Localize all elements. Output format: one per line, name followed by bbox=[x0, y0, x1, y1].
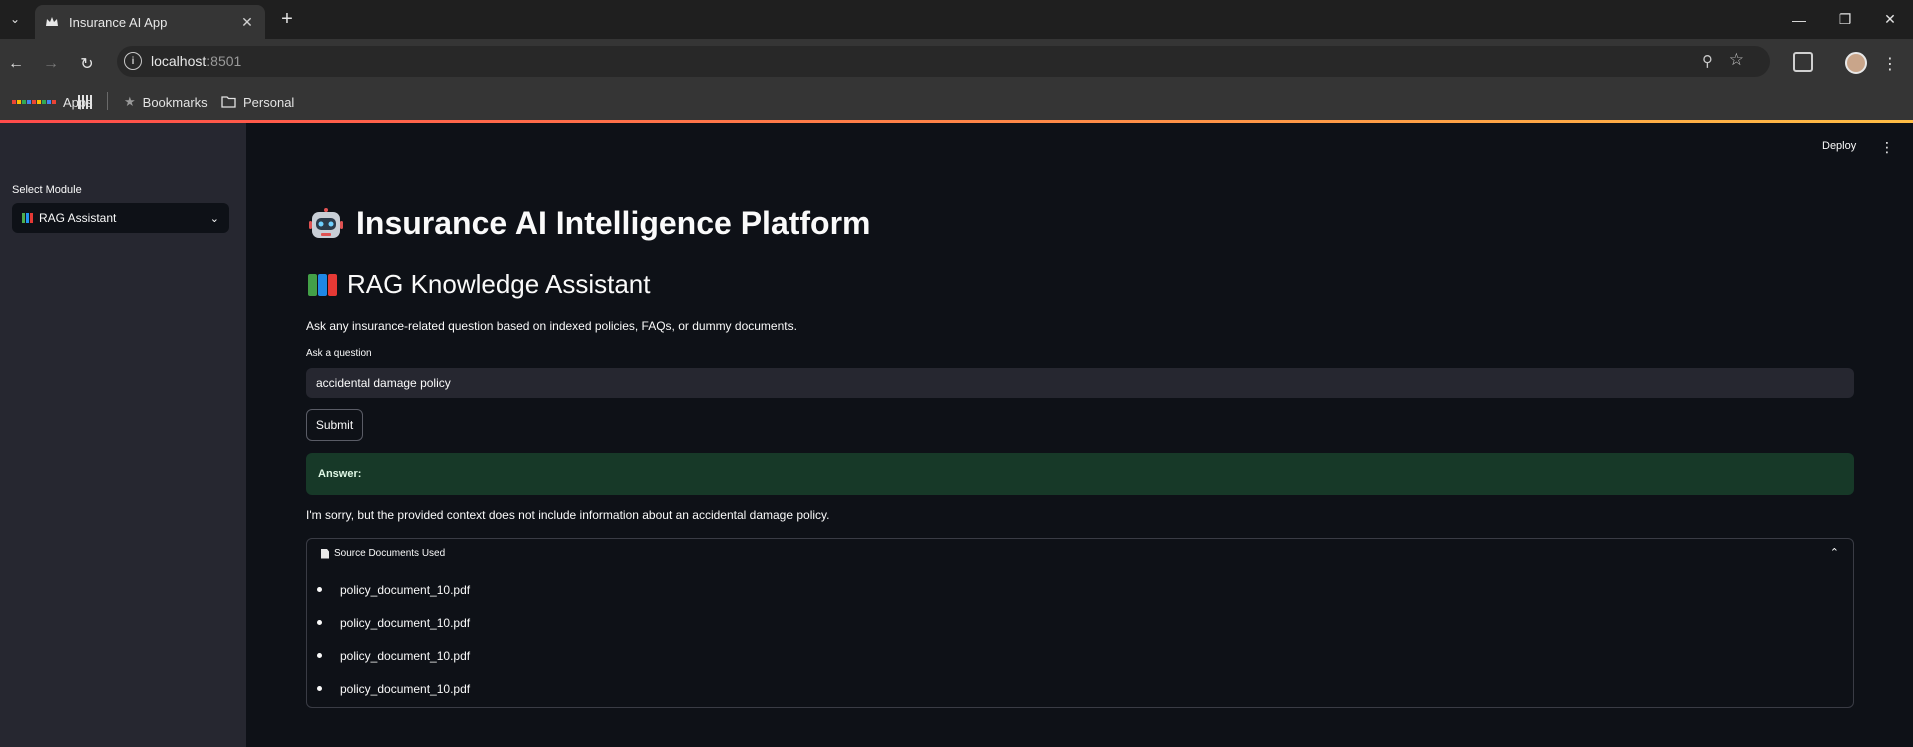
document-icon bbox=[321, 548, 329, 559]
source-name: policy_document_10.pdf bbox=[340, 681, 471, 696]
bookmark-personal[interactable]: Personal bbox=[221, 92, 294, 112]
source-name: policy_document_10.pdf bbox=[340, 615, 471, 630]
tab-close-icon[interactable]: ✕ bbox=[239, 14, 255, 31]
reload-icon[interactable]: ↻ bbox=[73, 50, 101, 78]
restore-icon[interactable]: ❐ bbox=[1822, 0, 1868, 39]
extensions-icon[interactable] bbox=[1793, 52, 1813, 72]
apps-grid-icon bbox=[12, 100, 56, 104]
tab-groups-icon bbox=[78, 95, 92, 109]
module-select[interactable]: RAG Assistant ⌄ bbox=[12, 203, 229, 233]
new-tab-plus-icon[interactable]: + bbox=[276, 8, 298, 30]
source-name: policy_document_10.pdf bbox=[340, 582, 471, 597]
robot-icon bbox=[308, 206, 344, 242]
expander-title: Source Documents Used bbox=[334, 548, 446, 559]
back-arrow-icon[interactable]: ← bbox=[2, 50, 30, 78]
source-list: policy_document_10.pdf policy_document_1… bbox=[317, 573, 470, 705]
bullet bbox=[317, 653, 322, 658]
bookmark-star-icon[interactable]: ☆ bbox=[1729, 50, 1744, 70]
sidebar: Select Module RAG Assistant ⌄ bbox=[0, 123, 246, 747]
url-port: :8501 bbox=[206, 53, 242, 69]
question-input[interactable]: accidental damage policy bbox=[306, 368, 1854, 398]
main-menu-icon[interactable]: ⋮ bbox=[1880, 139, 1894, 156]
star-icon: ★ bbox=[124, 94, 136, 109]
list-item: policy_document_10.pdf bbox=[317, 573, 470, 606]
list-item: policy_document_10.pdf bbox=[317, 639, 470, 672]
question-label: Ask a question bbox=[306, 348, 372, 359]
browser-menu-icon[interactable]: ⋮ bbox=[1876, 50, 1904, 78]
section-title-text: RAG Knowledge Assistant bbox=[347, 269, 651, 299]
module-select-label: Select Module bbox=[12, 184, 82, 196]
tab-groups-button[interactable] bbox=[78, 92, 99, 112]
bookmarks-bar: Apps ★ Bookmarks Personal bbox=[0, 84, 1913, 120]
description-text: Ask any insurance-related question based… bbox=[306, 319, 797, 333]
bullet bbox=[317, 620, 322, 625]
books-icon bbox=[22, 213, 33, 223]
bullet bbox=[317, 587, 322, 592]
chevron-up-icon[interactable]: ⌃ bbox=[1830, 546, 1839, 559]
answer-label: Answer: bbox=[318, 468, 362, 480]
forward-arrow-icon[interactable]: → bbox=[37, 50, 65, 78]
answer-text: I'm sorry, but the provided context does… bbox=[306, 508, 830, 522]
url-text: localhost:8501 bbox=[151, 53, 241, 69]
url-host: localhost bbox=[151, 53, 207, 69]
minimize-icon[interactable]: — bbox=[1776, 0, 1822, 39]
source-documents-expander: Source Documents Used ⌃ policy_document_… bbox=[306, 538, 1854, 708]
bookmark-bookmarks-label: Bookmarks bbox=[142, 94, 208, 110]
profile-avatar[interactable] bbox=[1845, 52, 1867, 74]
streamlit-crown-icon bbox=[45, 15, 59, 29]
bullet bbox=[317, 686, 322, 691]
page-title: Insurance AI Intelligence Platform bbox=[308, 205, 871, 242]
browser-toolbar: ← → ↻ i localhost:8501 ⚲ ☆ ⋮ bbox=[0, 39, 1913, 89]
address-bar[interactable]: i localhost:8501 ⚲ ☆ bbox=[117, 46, 1770, 77]
list-item: policy_document_10.pdf bbox=[317, 606, 470, 639]
list-item: policy_document_10.pdf bbox=[317, 672, 470, 705]
expander-header[interactable]: Source Documents Used bbox=[321, 548, 445, 559]
site-info-icon[interactable]: i bbox=[124, 52, 142, 70]
zoom-icon[interactable]: ⚲ bbox=[1702, 52, 1713, 70]
folder-icon bbox=[221, 96, 236, 108]
browser-tab-bar: ⌄ Insurance AI App ✕ + — ❐ ✕ bbox=[0, 0, 1913, 39]
answer-success-box: Answer: bbox=[306, 453, 1854, 495]
chevron-down-icon: ⌄ bbox=[209, 212, 219, 225]
browser-tab[interactable]: Insurance AI App ✕ bbox=[35, 5, 265, 39]
books-icon bbox=[308, 273, 337, 296]
page-title-text: Insurance AI Intelligence Platform bbox=[356, 205, 871, 241]
tab-title: Insurance AI App bbox=[69, 14, 168, 30]
deploy-button[interactable]: Deploy bbox=[1822, 140, 1856, 152]
bookmarks-divider bbox=[107, 92, 108, 110]
bookmark-bookmarks[interactable]: ★ Bookmarks bbox=[124, 92, 208, 112]
main-content: Deploy ⋮ Insurance AI Intelligence Platf… bbox=[246, 123, 1913, 747]
tab-list-chevron-icon[interactable]: ⌄ bbox=[4, 8, 26, 30]
bookmark-personal-label: Personal bbox=[243, 94, 295, 110]
submit-button[interactable]: Submit bbox=[306, 409, 363, 441]
module-select-value: RAG Assistant bbox=[39, 211, 117, 225]
window-close-icon[interactable]: ✕ bbox=[1867, 0, 1913, 39]
section-title: RAG Knowledge Assistant bbox=[308, 269, 651, 300]
source-name: policy_document_10.pdf bbox=[340, 648, 471, 663]
